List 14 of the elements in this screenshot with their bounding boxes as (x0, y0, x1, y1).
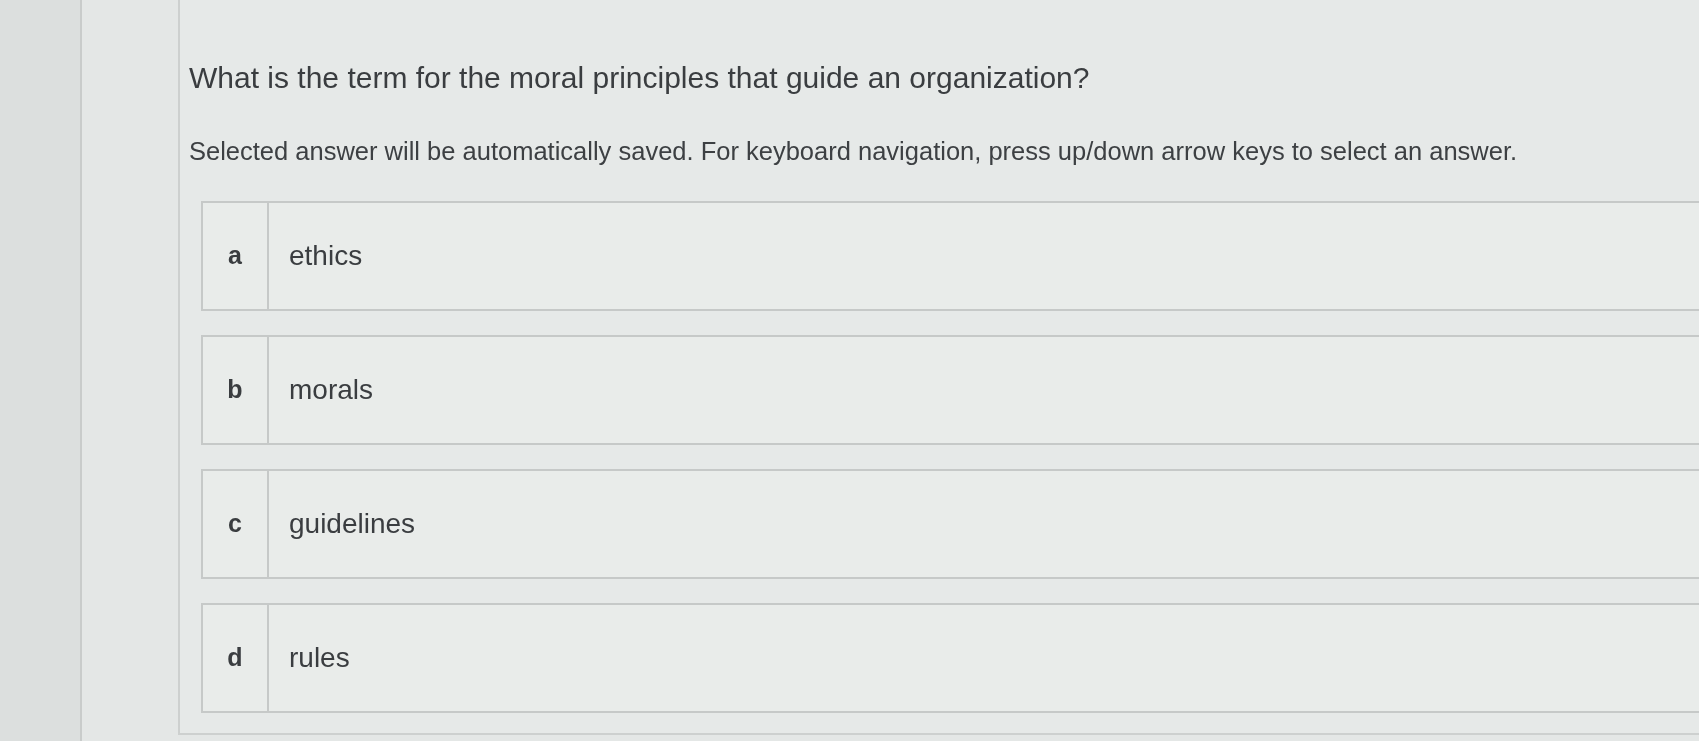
option-text: morals (289, 373, 373, 406)
answer-option[interactable]: a ethics (201, 200, 1699, 311)
answer-option[interactable]: d rules (201, 602, 1699, 713)
instruction-text: Selected answer will be automatically saved. For keyboard navigation, press up/down arrow keys to select an answer. (189, 136, 1518, 167)
option-letter: d (227, 643, 243, 673)
option-text: rules (289, 641, 350, 674)
option-letter: b (227, 375, 243, 405)
question-text: What is the term for the moral principles that guide an organization? (189, 60, 1090, 96)
option-text: guidelines (289, 507, 416, 540)
option-letter: c (228, 509, 242, 539)
option-letter: a (228, 241, 242, 271)
answer-option[interactable]: c guidelines (201, 468, 1699, 579)
option-text: ethics (289, 239, 363, 272)
answer-option[interactable]: b morals (201, 334, 1699, 445)
